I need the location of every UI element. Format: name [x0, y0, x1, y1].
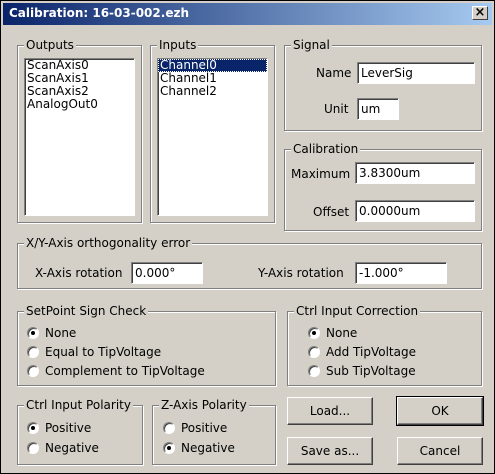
radio-label: Negative — [181, 441, 235, 455]
signal-group: Signal Name LeverSig Unit um — [284, 38, 482, 131]
setpoint-none-radio[interactable]: None — [27, 326, 76, 340]
close-button[interactable]: × — [472, 6, 488, 20]
title-bar[interactable]: Calibration: 16-03-002.ezh × — [3, 3, 492, 25]
radio-label: Negative — [45, 441, 99, 455]
ctrl-negative-radio[interactable]: Negative — [27, 441, 99, 455]
radio-icon — [163, 422, 175, 434]
name-field[interactable]: LeverSig — [357, 62, 475, 84]
ctrl-polarity-group: Ctrl Input Polarity Positive Negative — [17, 398, 143, 465]
ctrl-correction-label: Ctrl Input Correction — [294, 304, 421, 318]
load-button[interactable]: Load... — [287, 397, 373, 425]
maximum-label: Maximum — [291, 167, 351, 181]
z-positive-radio[interactable]: Positive — [163, 421, 227, 435]
orthogonality-group: X/Y-Axis orthogonality error X-Axis rota… — [17, 236, 482, 289]
radio-label: Positive — [45, 421, 92, 435]
orthogonality-label: X/Y-Axis orthogonality error — [24, 236, 193, 250]
radio-label: Add TipVoltage — [326, 345, 416, 359]
setpoint-group: SetPoint Sign Check None Equal to TipVol… — [17, 304, 276, 386]
correction-none-radio[interactable]: None — [308, 326, 357, 340]
ctrl-polarity-label: Ctrl Input Polarity — [24, 398, 133, 412]
outputs-list[interactable]: ScanAxis0 ScanAxis1 ScanAxis2 AnalogOut0 — [24, 58, 135, 216]
x-rotation-field[interactable]: 0.000° — [131, 262, 203, 284]
correction-add-radio[interactable]: Add TipVoltage — [308, 345, 416, 359]
radio-selected-icon — [308, 327, 320, 339]
radio-label: None — [326, 326, 358, 340]
z-polarity-group: Z-Axis Polarity Positive Negative — [152, 398, 276, 465]
radio-selected-icon — [163, 442, 175, 454]
radio-icon — [308, 365, 320, 377]
setpoint-complement-radio[interactable]: Complement to TipVoltage — [27, 364, 205, 378]
maximum-field[interactable]: 3.8300um — [355, 162, 475, 184]
window-title: Calibration: 16-03-002.ezh — [9, 6, 189, 20]
signal-label: Signal — [291, 38, 332, 52]
cancel-button[interactable]: Cancel — [397, 437, 483, 465]
radio-selected-icon — [27, 327, 39, 339]
outputs-label: Outputs — [24, 38, 76, 52]
radio-label: Equal to TipVoltage — [45, 345, 162, 359]
offset-field[interactable]: 0.0000um — [355, 200, 475, 222]
z-negative-radio[interactable]: Negative — [163, 441, 235, 455]
ctrl-positive-radio[interactable]: Positive — [27, 421, 91, 435]
radio-icon — [27, 346, 39, 358]
calibration-label: Calibration — [291, 142, 361, 156]
setpoint-label: SetPoint Sign Check — [24, 304, 149, 318]
calibration-dialog: Calibration: 16-03-002.ezh × Outputs Sca… — [0, 0, 495, 474]
radio-icon — [27, 365, 39, 377]
inputs-label: Inputs — [157, 38, 199, 52]
list-item[interactable]: Channel2 — [158, 85, 267, 98]
unit-field[interactable]: um — [357, 98, 399, 120]
unit-label: Unit — [324, 102, 349, 116]
list-item[interactable]: AnalogOut0 — [25, 98, 134, 111]
radio-label: Positive — [181, 421, 228, 435]
calibration-group: Calibration Maximum 3.8300um Offset 0.00… — [284, 142, 482, 231]
y-rotation-field[interactable]: -1.000° — [355, 262, 447, 284]
radio-label: None — [45, 326, 77, 340]
inputs-list[interactable]: Channel0 Channel1 Channel2 — [157, 58, 268, 216]
save-as-button[interactable]: Save as... — [287, 437, 373, 465]
setpoint-equal-radio[interactable]: Equal to TipVoltage — [27, 345, 161, 359]
offset-label: Offset — [313, 205, 350, 219]
correction-sub-radio[interactable]: Sub TipVoltage — [308, 364, 416, 378]
radio-icon — [308, 346, 320, 358]
radio-selected-icon — [27, 422, 39, 434]
x-rotation-label: X-Axis rotation — [35, 266, 123, 280]
radio-icon — [27, 442, 39, 454]
name-label: Name — [316, 66, 352, 80]
ok-button[interactable]: OK — [396, 396, 484, 426]
inputs-group: Inputs Channel0 Channel1 Channel2 — [150, 38, 275, 223]
ctrl-correction-group: Ctrl Input Correction None Add TipVoltag… — [287, 304, 482, 386]
radio-label: Sub TipVoltage — [326, 364, 416, 378]
y-rotation-label: Y-Axis rotation — [258, 266, 344, 280]
outputs-group: Outputs ScanAxis0 ScanAxis1 ScanAxis2 An… — [17, 38, 142, 223]
z-polarity-label: Z-Axis Polarity — [159, 398, 249, 412]
radio-label: Complement to TipVoltage — [45, 364, 205, 378]
